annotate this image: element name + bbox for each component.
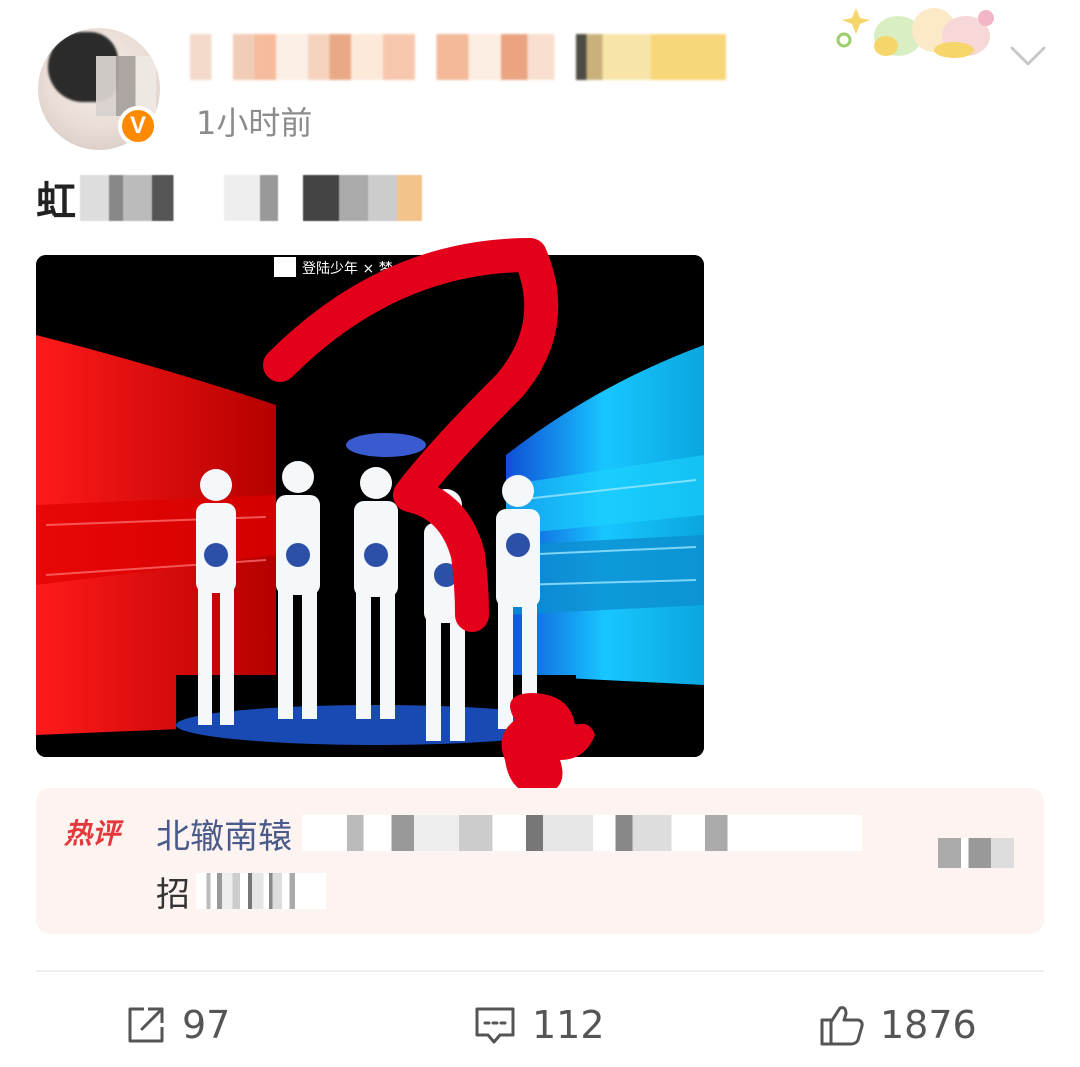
hot-comment-text: 招 — [156, 874, 190, 915]
weibo-post-card: V 1小时前 虹 登陆少年 × 梦 热评 北辙南辕 招 97 112 1876 — [0, 0, 1080, 1067]
verified-badge-icon: V — [118, 106, 158, 146]
post-timestamp: 1小时前 — [196, 104, 313, 142]
thumbs-up-icon — [820, 1006, 864, 1046]
avatar-pixelation — [96, 56, 156, 116]
chevron-down-icon[interactable] — [1008, 42, 1048, 70]
post-text: 虹 — [36, 172, 456, 225]
hot-comment-likes-redacted — [938, 838, 1014, 868]
post-text-visible: 虹 — [36, 179, 76, 225]
hot-comment-author[interactable]: 北辙南辕 — [156, 809, 292, 858]
hot-comment-redacted — [302, 815, 862, 851]
like-count: 1876 — [880, 1003, 977, 1047]
repost-button[interactable]: 97 — [124, 998, 230, 1052]
username-redacted[interactable] — [190, 34, 726, 80]
comment-icon — [475, 1007, 515, 1044]
decorative-sticker-icon — [836, 8, 994, 58]
hot-comment[interactable]: 热评 北辙南辕 招 — [36, 788, 1044, 934]
hot-comment-line: 北辙南辕 — [156, 809, 1016, 858]
hot-comment-badge: 热评 — [64, 817, 121, 850]
hot-comment-line-2: 招 — [156, 868, 1016, 915]
divider — [36, 970, 1044, 972]
post-text-redacted — [80, 175, 440, 221]
like-button[interactable]: 1876 — [818, 998, 977, 1052]
repost-count: 97 — [182, 1003, 231, 1047]
hot-comment-redacted-2 — [196, 873, 326, 909]
comment-button[interactable]: 112 — [472, 998, 605, 1052]
share-icon — [128, 1007, 164, 1043]
post-image[interactable]: 登陆少年 × 梦 — [36, 255, 704, 757]
comment-count: 112 — [532, 1003, 605, 1047]
hot-comment-likes[interactable] — [938, 838, 1014, 868]
svg-text:登陆少年 × 梦: 登陆少年 × 梦 — [302, 261, 393, 277]
concert-photo: 登陆少年 × 梦 — [36, 255, 704, 757]
